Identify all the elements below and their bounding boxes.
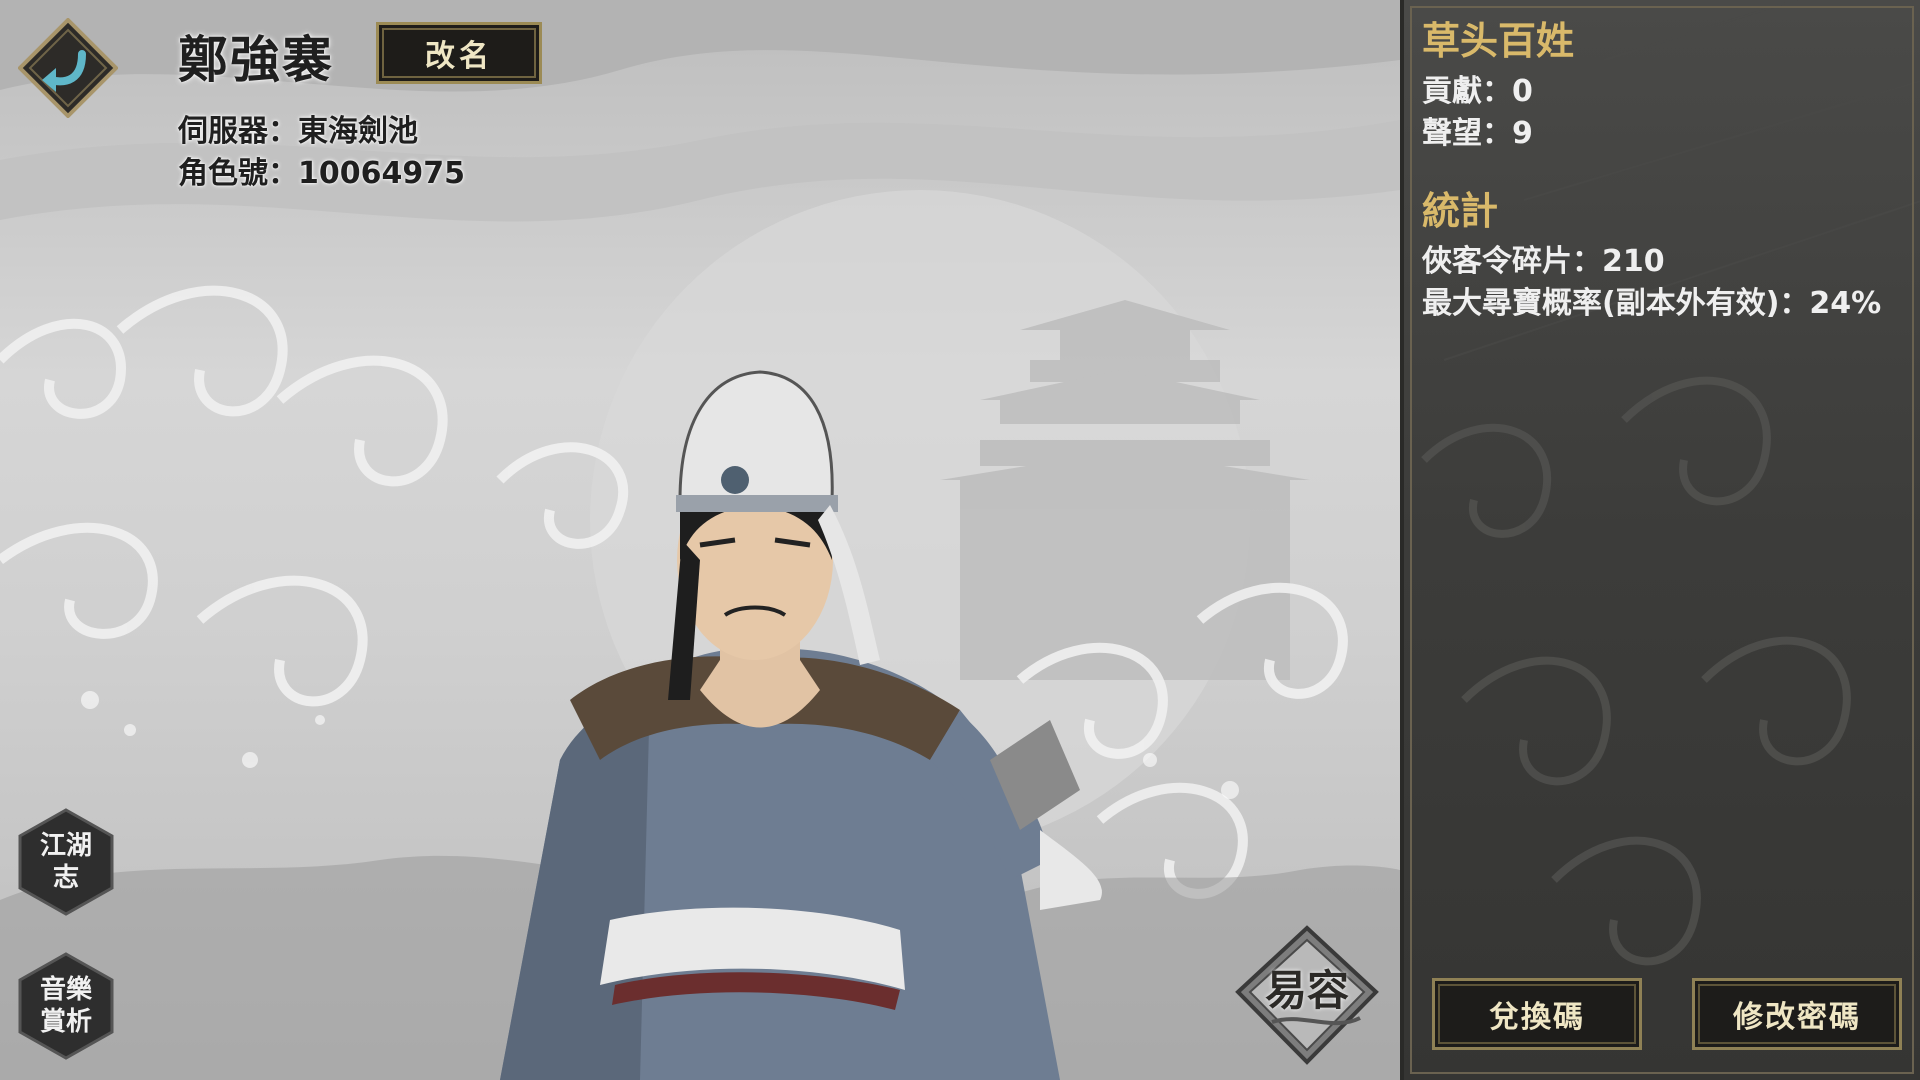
redeem-code-button[interactable]: 兌換碼 [1432,978,1642,1050]
music-button[interactable]: 音樂 賞析 [18,952,114,1060]
reputation-stat: 聲望：9 [1422,116,1533,151]
rank-title: 草头百姓 [1422,19,1575,63]
journal-label-line1: 江湖 [39,831,92,861]
change-password-button[interactable]: 修改密碼 [1692,978,1902,1050]
journal-label-line2: 志 [52,863,79,893]
treasure-rate-stat: 最大尋寶概率(副本外有效)：24% [1422,286,1882,321]
character-scene: 鄭強褰 改名 伺服器：東海劍池 角色號：10064975 江湖 志 音樂 賞析 … [0,0,1400,1080]
rename-button[interactable]: 改名 [376,22,542,84]
fragments-stat: 俠客令碎片：210 [1422,244,1665,279]
journal-button[interactable]: 江湖 志 [18,808,114,916]
back-button[interactable] [17,17,119,119]
server-info: 伺服器：東海劍池 [178,114,418,149]
role-id-info: 角色號：10064975 [178,156,465,191]
contribution-stat: 貢獻：0 [1422,74,1533,109]
disguise-button[interactable]: 易容 [1232,922,1382,1072]
disguise-label: 易容 [1264,965,1349,1015]
back-arrow-icon [17,17,119,119]
music-label-line1: 音樂 [39,975,92,1005]
player-name: 鄭強褰 [178,31,334,89]
panel-wave-pattern [1421,0,1920,966]
music-label-line2: 賞析 [39,1007,92,1037]
stats-title: 統計 [1422,189,1499,233]
info-panel: 草头百姓 貢獻：0 聲望：9 統計 俠客令碎片：210 最大尋寶概率(副本外有效… [1400,0,1920,1080]
